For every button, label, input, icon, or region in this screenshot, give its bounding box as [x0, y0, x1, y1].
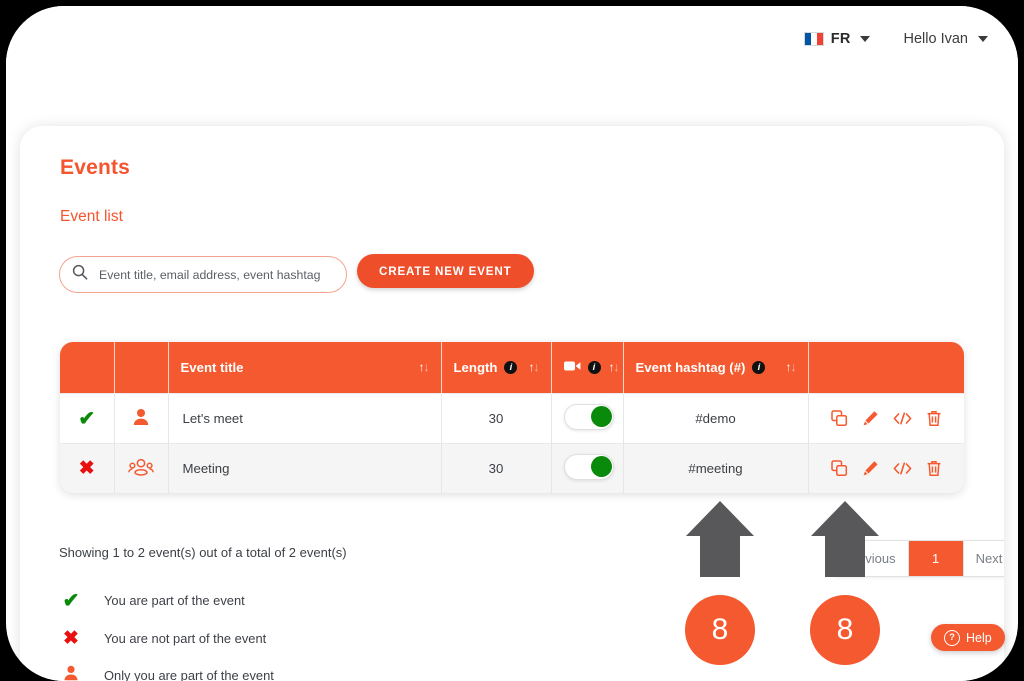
annotation-badge-label: 8	[711, 613, 729, 646]
table-row: ✖ Meeting 30 #meeting	[60, 442, 964, 493]
legend-item-label: You are not part of the event	[104, 631, 267, 646]
embed-code-icon[interactable]	[893, 461, 912, 476]
cell-actions	[808, 392, 964, 443]
cell-video-toggle	[551, 442, 624, 493]
check-icon: ✔	[78, 407, 96, 430]
cell-actions	[808, 442, 964, 493]
cell-attendees	[114, 442, 169, 493]
video-toggle[interactable]	[563, 403, 614, 430]
cell-video-toggle	[551, 392, 624, 443]
help-button-label: Help	[966, 630, 992, 645]
cell-participation: ✖	[60, 442, 115, 493]
info-icon[interactable]: i	[587, 360, 601, 374]
user-greeting: Hello Ivan	[903, 31, 968, 47]
delete-icon[interactable]	[926, 460, 942, 477]
column-participation	[60, 342, 115, 393]
cell-participation: ✔	[60, 392, 115, 443]
column-actions	[808, 342, 964, 393]
group-people-icon	[128, 458, 154, 480]
cell-event-hashtag: #demo	[623, 392, 809, 443]
cell-event-hashtag: #meeting	[623, 442, 809, 493]
column-attendees	[114, 342, 169, 393]
cross-icon: ✖	[63, 628, 79, 649]
legend-item-label: Only you are part of the event	[104, 668, 274, 681]
video-camera-icon	[563, 360, 581, 375]
annotation-badge: 8	[685, 595, 755, 665]
app-window: FR Hello Ivan Events Event list Event ti…	[6, 6, 1018, 681]
legend-item: Only you are part of the event	[60, 664, 274, 681]
pagination-page-1[interactable]: 1	[908, 541, 964, 576]
annotation-badge-label: 8	[836, 613, 854, 646]
duplicate-icon[interactable]	[831, 460, 848, 477]
create-new-event-button[interactable]: CREATE NEW EVENT	[357, 254, 534, 288]
cross-icon: ✖	[78, 457, 95, 479]
legend-item-label: You are part of the event	[104, 593, 245, 608]
legend-item: ✖ You are not part of the event	[60, 627, 274, 650]
cell-length: 30	[441, 442, 552, 493]
search-input[interactable]	[97, 266, 336, 283]
single-person-icon	[60, 664, 82, 681]
delete-icon[interactable]	[926, 410, 942, 427]
user-menu[interactable]: Hello Ivan	[904, 31, 988, 47]
sort-icon[interactable]: ↑↓	[786, 360, 797, 374]
info-icon[interactable]: i	[504, 360, 518, 374]
single-person-icon	[131, 408, 151, 430]
cell-attendees	[114, 392, 169, 443]
language-selector[interactable]: FR	[803, 31, 870, 47]
flag-fr-icon	[803, 32, 824, 46]
annotation-arrow-up-icon	[808, 499, 882, 579]
column-event-title-label: Event title	[180, 359, 244, 375]
legend-item: ✔ You are part of the event	[60, 588, 274, 613]
table-row: ✔ Let's meet 30 #demo	[60, 392, 964, 443]
language-code: FR	[830, 31, 851, 47]
check-icon: ✔	[62, 590, 80, 612]
search-icon	[72, 264, 88, 285]
section-title: Event list	[60, 208, 123, 225]
info-icon[interactable]: i	[752, 360, 766, 374]
column-length[interactable]: Length i ↑↓	[441, 342, 552, 393]
duplicate-icon[interactable]	[831, 409, 848, 427]
cell-event-title: Let's meet	[168, 392, 442, 443]
search-box[interactable]	[59, 256, 347, 293]
cell-length: 30	[441, 392, 552, 443]
legend: ✔ You are part of the event ✖ You are no…	[60, 588, 274, 681]
events-table: Event title ↑↓ Length i ↑↓ i ↑↓ Event ha…	[60, 342, 964, 493]
annotation-arrow-up-icon	[683, 499, 757, 579]
toggle-knob	[590, 405, 612, 427]
column-event-hashtag-label: Event hashtag (#)	[635, 359, 746, 375]
chevron-down-icon	[859, 36, 870, 42]
toggle-knob	[590, 455, 612, 477]
pagination-next[interactable]: Next	[963, 541, 1004, 576]
sort-icon[interactable]: ↑↓	[529, 360, 540, 374]
sort-icon[interactable]: ↑↓	[609, 360, 620, 374]
page-title: Events	[60, 156, 131, 179]
edit-icon[interactable]	[862, 460, 879, 477]
question-mark-icon: ?	[944, 629, 960, 646]
top-bar: FR Hello Ivan	[6, 6, 1018, 72]
column-video[interactable]: i ↑↓	[551, 342, 624, 393]
column-length-label: Length	[453, 359, 498, 375]
cell-event-title: Meeting	[168, 442, 442, 493]
annotation-badge: 8	[810, 595, 880, 665]
sort-icon[interactable]: ↑↓	[419, 360, 430, 374]
video-toggle[interactable]	[563, 453, 614, 480]
column-event-title[interactable]: Event title ↑↓	[168, 342, 442, 393]
help-button[interactable]: ? Help	[931, 624, 1005, 651]
screenshot-root: FR Hello Ivan Events Event list Event ti…	[0, 0, 1024, 681]
chevron-down-icon	[978, 36, 988, 42]
edit-icon[interactable]	[862, 410, 879, 427]
showing-count-text: Showing 1 to 2 event(s) out of a total o…	[59, 545, 347, 560]
embed-code-icon[interactable]	[893, 411, 912, 426]
column-event-hashtag[interactable]: Event hashtag (#) i ↑↓	[623, 342, 809, 393]
table-header-row: Event title ↑↓ Length i ↑↓ i ↑↓ Event ha…	[60, 342, 964, 393]
